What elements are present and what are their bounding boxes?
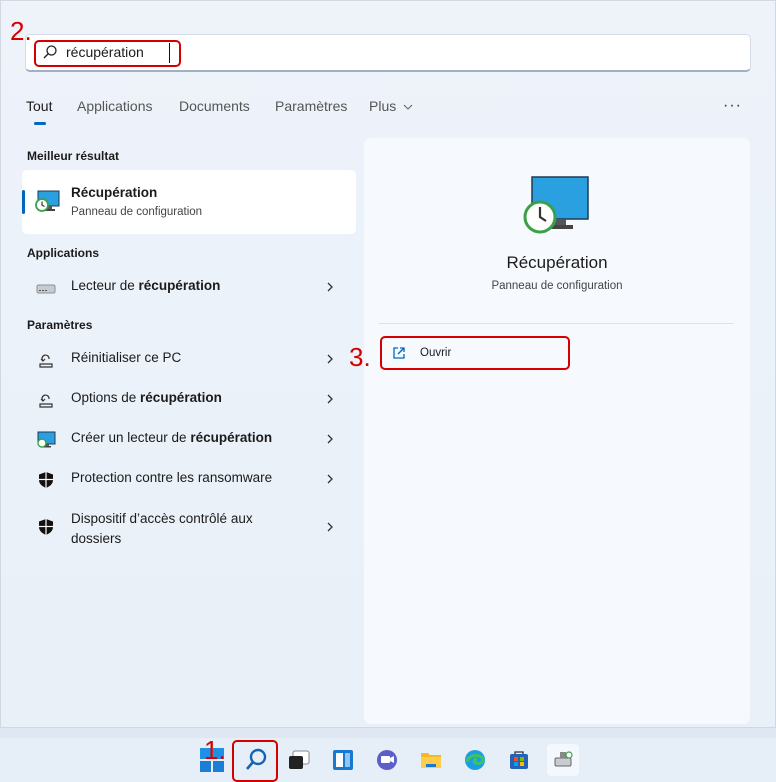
step-3-label: 3. <box>349 342 371 372</box>
edge-icon <box>465 750 485 770</box>
chevron-right-icon <box>327 354 333 364</box>
tab-settings[interactable]: Paramètres <box>275 98 347 114</box>
recovery-control-panel-icon <box>523 176 589 234</box>
list-item-ransomware-protection[interactable]: Protection contre les ransomware <box>22 460 356 498</box>
divider <box>379 323 734 324</box>
best-match-heading: Meilleur résultat <box>27 149 120 163</box>
open-external-icon <box>393 347 405 359</box>
list-item-create-recovery-drive[interactable]: Créer un lecteur de récupération <box>22 420 356 458</box>
chevron-down-icon <box>403 104 413 110</box>
applications-heading: Applications <box>27 246 100 260</box>
teams-chat-button[interactable] <box>371 744 403 776</box>
label-match: récupération <box>138 278 221 293</box>
taskbar-search-button[interactable] <box>240 744 272 776</box>
list-item-label: Dispositif d’accès contrôlé aux dossiers <box>71 509 301 549</box>
label-prefix: Créer un lecteur de <box>71 430 191 445</box>
file-explorer-icon <box>421 753 441 768</box>
recovery-options-icon <box>39 394 53 408</box>
recovery-drive-icon <box>554 751 573 767</box>
chevron-right-icon <box>327 474 333 484</box>
taskbar <box>0 738 776 782</box>
reset-icon <box>39 354 53 368</box>
more-options-button[interactable]: ··· <box>723 97 742 115</box>
list-item-label: Protection contre les ransomware <box>71 470 272 485</box>
search-box[interactable] <box>25 34 751 72</box>
label-prefix: Protection contre les ransomware <box>71 470 273 485</box>
active-tab-indicator <box>34 122 46 125</box>
preview-subtitle: Panneau de configuration <box>491 280 623 292</box>
list-item-label: Options de récupération <box>71 390 222 405</box>
list-item-recovery-drive-app[interactable]: Lecteur de récupération <box>22 268 356 306</box>
best-match-title: Récupération <box>71 185 158 200</box>
label-prefix: Dispositif d’accès contrôlé aux dossiers <box>71 511 253 546</box>
teams-chat-icon <box>377 750 397 770</box>
preview-pane: Récupération Panneau de configuration Ou… <box>364 138 750 724</box>
selection-accent <box>22 190 25 214</box>
list-item-recovery-options[interactable]: Options de récupération <box>22 380 356 418</box>
label-prefix: Options de <box>71 390 141 405</box>
store-icon <box>510 751 528 769</box>
task-view-icon <box>289 750 310 769</box>
tab-all[interactable]: Tout <box>26 98 52 114</box>
search-icon <box>43 45 57 59</box>
open-button-label: Ouvrir <box>420 347 452 359</box>
chevron-right-icon <box>327 522 333 532</box>
store-button[interactable] <box>503 744 535 776</box>
best-match-result[interactable]: Récupération Panneau de configuration <box>22 170 356 234</box>
shield-icon <box>39 519 53 535</box>
monitor-icon <box>37 431 56 448</box>
tab-more[interactable]: Plus <box>369 98 413 114</box>
list-item-controlled-folder-access[interactable]: Dispositif d’accès contrôlé aux dossiers <box>22 502 356 554</box>
shield-icon <box>39 472 53 488</box>
chevron-right-icon <box>327 394 333 404</box>
best-match-subtitle: Panneau de configuration <box>71 206 203 218</box>
task-view-button[interactable] <box>283 744 315 776</box>
file-explorer-button[interactable] <box>415 744 447 776</box>
chevron-right-icon <box>327 434 333 444</box>
settings-heading: Paramètres <box>27 318 93 332</box>
edge-button[interactable] <box>459 744 491 776</box>
widgets-icon <box>333 750 353 770</box>
recovery-drive-taskbar-button[interactable] <box>547 744 579 776</box>
label-prefix: Réinitialiser ce PC <box>71 350 182 365</box>
step-2-label: 2. <box>10 16 32 46</box>
list-item-label: Lecteur de récupération <box>71 278 220 293</box>
label-prefix: Lecteur de <box>71 278 139 293</box>
list-item-reset-pc[interactable]: Réinitialiser ce PC <box>22 340 356 378</box>
search-input[interactable] <box>66 44 366 60</box>
widgets-button[interactable] <box>327 744 359 776</box>
drive-icon <box>36 284 56 294</box>
recovery-control-panel-icon <box>35 190 60 212</box>
tab-documents[interactable]: Documents <box>179 98 250 114</box>
text-caret <box>169 43 170 63</box>
tab-applications[interactable]: Applications <box>77 98 153 114</box>
search-icon <box>246 748 267 770</box>
step-1-label: 1. <box>204 735 226 765</box>
label-match: récupération <box>140 390 222 405</box>
label-match: récupération <box>190 430 273 445</box>
tab-more-label: Plus <box>369 98 397 114</box>
list-item-label: Créer un lecteur de récupération <box>71 430 272 445</box>
open-button[interactable]: Ouvrir <box>384 340 564 366</box>
chevron-right-icon <box>327 282 333 292</box>
start-search-panel: Tout Applications Documents Paramètres P… <box>0 0 776 728</box>
preview-title: Récupération <box>506 253 608 272</box>
list-item-label: Réinitialiser ce PC <box>71 350 181 365</box>
